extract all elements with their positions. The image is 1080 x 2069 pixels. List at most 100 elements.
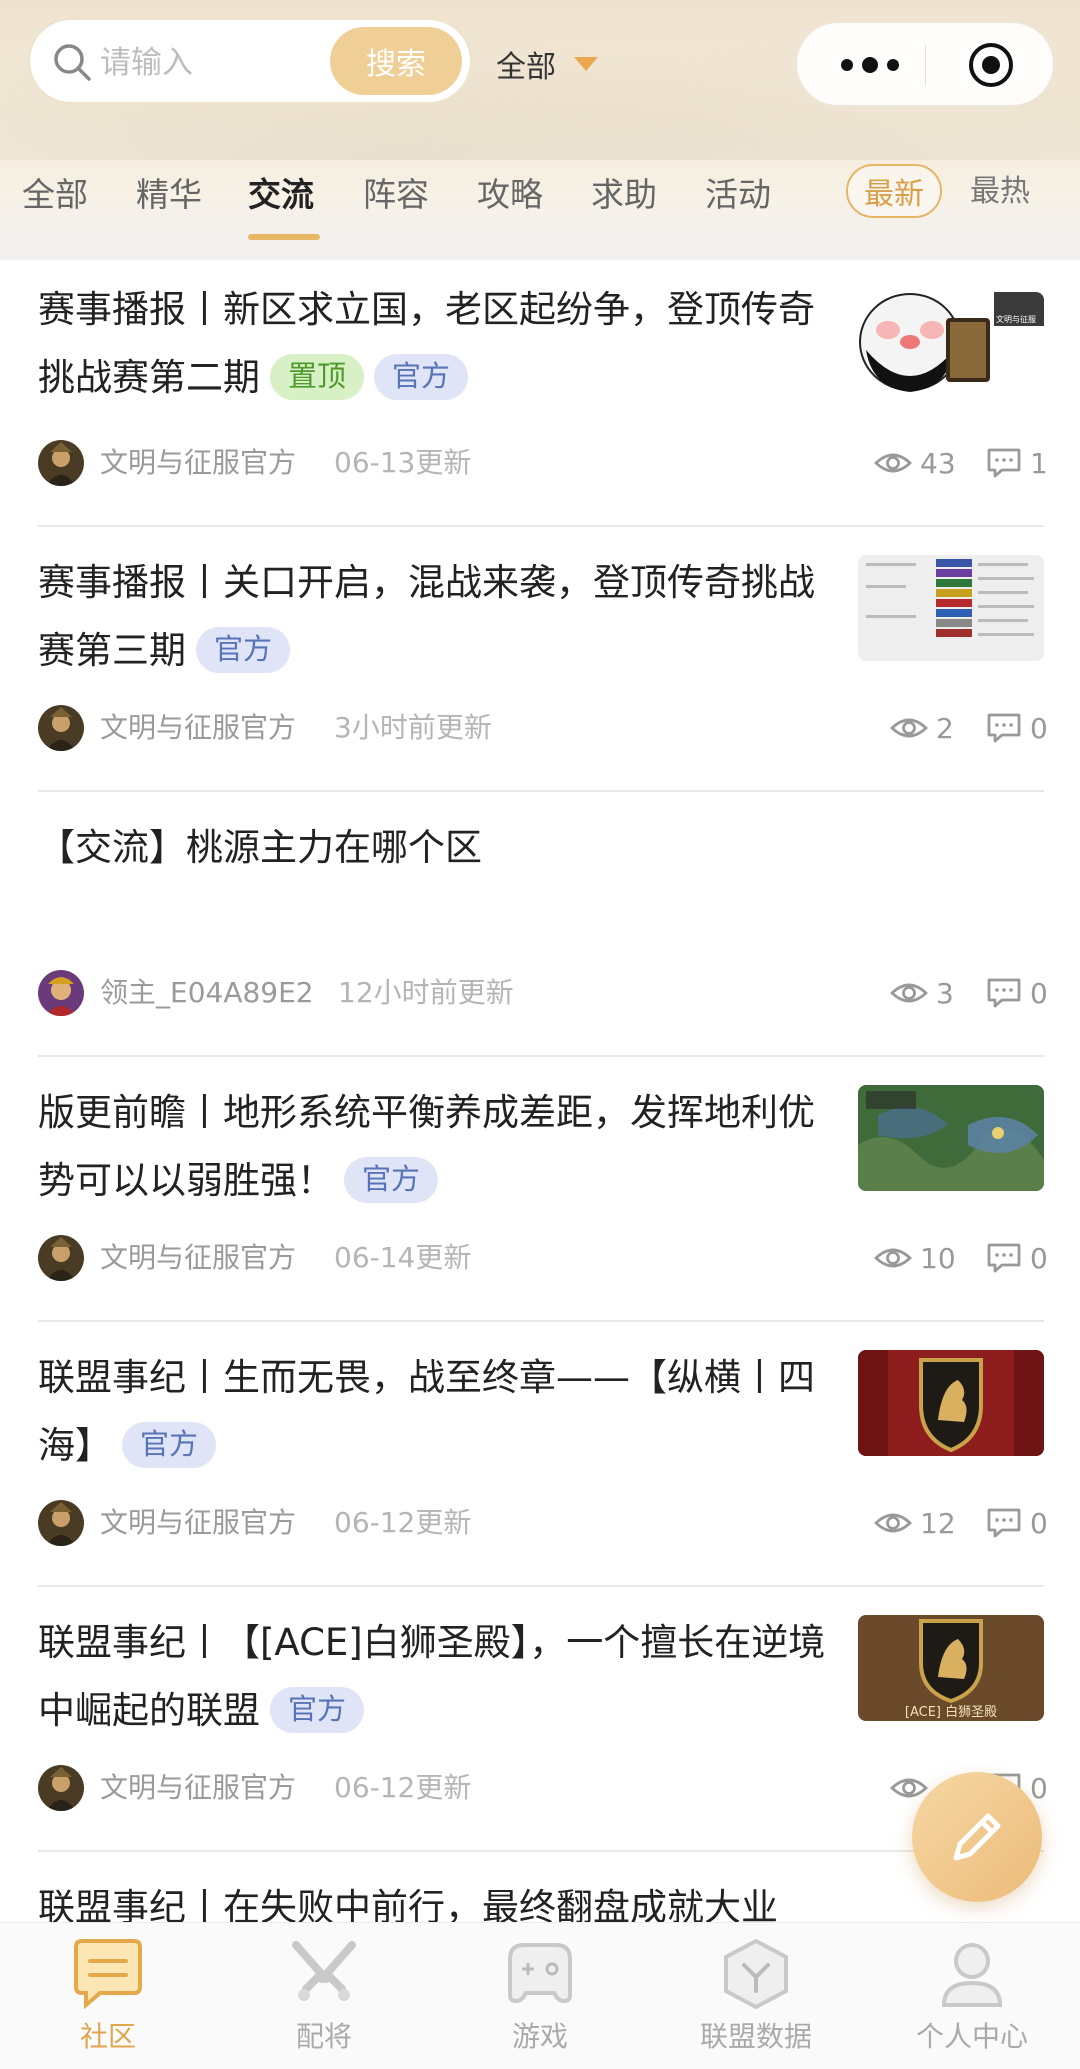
tab-help[interactable]: 求助 <box>591 172 657 218</box>
tab-featured[interactable]: 精华 <box>136 172 202 218</box>
post-meta: 文明与征服官方 06-13更新 43 1 <box>38 440 1048 486</box>
avatar[interactable] <box>38 440 84 486</box>
post-meta: 领主_E04A89E2 12小时前更新 3 0 <box>38 970 1048 1016</box>
avatar[interactable] <box>38 1235 84 1281</box>
view-count: 3 <box>890 972 954 1014</box>
post-title[interactable]: 联盟事纪丨在失败中前行，最终翻盘成就大业 <box>38 1874 1038 1922</box>
tab-guides[interactable]: 攻略 <box>477 172 543 218</box>
post-title[interactable]: 版更前瞻丨地形系统平衡养成差距，发挥地利优势可以以弱胜强！ 官方 <box>38 1079 838 1215</box>
post-feed: 赛事播报丨新区求立国，老区起纷争，登顶传奇挑战赛第二期 置顶 官方 文明与征服 文明… <box>0 262 1080 1922</box>
comment-count-value: 1 <box>1030 446 1048 480</box>
post-item[interactable]: 版更前瞻丨地形系统平衡养成差距，发挥地利优势可以以弱胜强！ 官方 文明与征服官方 … <box>0 1057 1080 1322</box>
more-dots-icon[interactable] <box>835 53 905 77</box>
comment-count[interactable]: 0 <box>986 1502 1048 1544</box>
post-thumbnail-map[interactable] <box>858 1085 1044 1191</box>
tab-all[interactable]: 全部 <box>22 172 88 218</box>
tabbar-label: 个人中心 <box>915 2020 1028 2053</box>
post-thumbnail-shield-red[interactable] <box>858 1350 1044 1456</box>
post-item[interactable]: 赛事播报丨新区求立国，老区起纷争，登顶传奇挑战赛第二期 置顶 官方 文明与征服 文明… <box>0 262 1080 527</box>
eye-icon <box>890 1778 928 1798</box>
tabbar-game[interactable]: 游戏 <box>460 1939 620 2069</box>
search-icon <box>54 44 91 81</box>
chat-icon <box>74 1939 142 2009</box>
comment-count[interactable]: 0 <box>986 707 1048 749</box>
close-target-icon[interactable] <box>967 41 1015 89</box>
post-thumbnail-shield-brown[interactable]: [ACE] 白狮圣殿 <box>858 1615 1044 1721</box>
author-name[interactable]: 文明与征服官方 <box>100 709 296 747</box>
post-meta: 文明与征服官方 06-12更新 0 <box>38 1765 1048 1811</box>
author-name[interactable]: 文明与征服官方 <box>100 1769 296 1807</box>
avatar[interactable] <box>38 705 84 751</box>
post-meta: 文明与征服官方 3小时前更新 2 0 <box>38 705 1048 751</box>
gamepad-icon <box>508 1943 572 2004</box>
post-item[interactable]: 【交流】桃源主力在哪个区 领主_E04A89E2 12小时前更新 3 0 <box>0 792 1080 1057</box>
post-title[interactable]: 联盟事纪丨【[ACE]白狮圣殿】，一个擅长在逆境中崛起的联盟 官方 <box>38 1609 838 1745</box>
eye-icon <box>874 1513 912 1533</box>
comment-count[interactable]: 0 <box>986 972 1048 1014</box>
tabbar-community[interactable]: 社区 <box>28 1939 188 2069</box>
eye-icon <box>874 1248 912 1268</box>
comment-icon <box>987 1243 1021 1273</box>
post-title[interactable]: 赛事播报丨新区求立国，老区起纷争，登顶传奇挑战赛第二期 置顶 官方 <box>38 276 838 412</box>
tab-discussion[interactable]: 交流 <box>248 172 314 218</box>
post-time: 06-14更新 <box>334 1241 472 1274</box>
view-count: 43 <box>874 442 956 484</box>
search-box[interactable]: 搜索 <box>28 18 472 104</box>
author-name[interactable]: 文明与征服官方 <box>100 1504 296 1542</box>
post-thumbnail-meme[interactable]: 文明与征服 <box>858 292 1044 398</box>
category-tabs: 全部 精华 交流 阵容 攻略 求助 活动 最新 最热 <box>0 160 1080 240</box>
tabbar-generals[interactable]: 配将 <box>244 1939 404 2069</box>
tabbar-profile[interactable]: 个人中心 <box>892 1939 1052 2069</box>
scope-selected-label: 全部 <box>496 50 556 85</box>
pencil-icon <box>953 1813 1001 1861</box>
caret-down-icon <box>574 57 598 71</box>
post-title-text: 联盟事纪丨【[ACE]白狮圣殿】，一个擅长在逆境中崛起的联盟 <box>38 1621 826 1732</box>
post-item[interactable]: 联盟事纪丨生而无畏，战至终章——【纵横丨四海】 官方 文明与征服官方 06-12更… <box>0 1322 1080 1587</box>
post-title[interactable]: 【交流】桃源主力在哪个区 <box>38 814 1038 882</box>
post-time: 06-12更新 <box>334 1506 472 1539</box>
thumbnail-caption: [ACE] 白狮圣殿 <box>904 1705 998 1720</box>
comment-count-value: 0 <box>1030 1506 1048 1540</box>
author-name[interactable]: 文明与征服官方 <box>100 1239 296 1277</box>
tab-events[interactable]: 活动 <box>705 172 771 218</box>
post-thumbnail-table[interactable] <box>858 555 1044 661</box>
avatar[interactable] <box>38 970 84 1016</box>
post-item[interactable]: 赛事播报丨关口开启，混战来袭，登顶传奇挑战赛第三期 官方 文明与征服官方 3小时前… <box>0 527 1080 792</box>
post-title-text: 赛事播报丨关口开启，混战来袭，登顶传奇挑战赛第三期 <box>38 561 815 672</box>
author-name[interactable]: 领主_E04A89E2 <box>100 974 314 1012</box>
comment-count[interactable]: 0 <box>986 1237 1048 1279</box>
search-input[interactable] <box>100 42 340 84</box>
hexagon-icon <box>724 1939 788 2009</box>
crossed-swords-icon <box>292 1941 356 2001</box>
view-count: 10 <box>874 1237 956 1279</box>
search-button[interactable]: 搜索 <box>330 27 462 95</box>
avatar[interactable] <box>38 1500 84 1546</box>
eye-icon <box>890 983 928 1003</box>
comment-count[interactable]: 1 <box>986 442 1048 484</box>
tab-lineup[interactable]: 阵容 <box>363 172 429 218</box>
post-title[interactable]: 赛事播报丨关口开启，混战来袭，登顶传奇挑战赛第三期 官方 <box>38 549 838 685</box>
scope-dropdown[interactable]: 全部 <box>496 42 598 86</box>
compose-post-button[interactable] <box>912 1772 1042 1902</box>
tabbar-label: 游戏 <box>511 2020 568 2053</box>
post-time: 06-12更新 <box>334 1771 472 1804</box>
author-name[interactable]: 文明与征服官方 <box>100 444 296 482</box>
view-count-value: 12 <box>920 1506 956 1540</box>
post-time: 06-13更新 <box>334 446 472 479</box>
post-title-text: 联盟事纪丨在失败中前行，最终翻盘成就大业 <box>38 1886 778 1922</box>
avatar[interactable] <box>38 1765 84 1811</box>
tabbar-alliance-data[interactable]: 联盟数据 <box>676 1939 836 2069</box>
sort-latest-button[interactable]: 最新 <box>846 164 942 218</box>
post-meta: 文明与征服官方 06-14更新 10 0 <box>38 1235 1048 1281</box>
post-time: 3小时前更新 <box>334 711 492 744</box>
bottom-tab-bar: 社区 配将 游戏 联盟数据 个人中心 <box>0 1922 1080 2069</box>
capsule-divider <box>925 45 926 85</box>
comment-count-value: 0 <box>1030 976 1048 1010</box>
post-time: 12小时前更新 <box>338 976 514 1009</box>
sort-hot-button[interactable]: 最热 <box>970 170 1030 214</box>
post-title[interactable]: 联盟事纪丨生而无畏，战至终章——【纵横丨四海】 官方 <box>38 1344 838 1480</box>
lion-shield-image <box>858 1350 1044 1456</box>
thumbnail-watermark: 文明与征服 <box>996 315 1036 324</box>
comment-count-value: 0 <box>1030 1241 1048 1275</box>
official-tag: 官方 <box>374 353 469 400</box>
